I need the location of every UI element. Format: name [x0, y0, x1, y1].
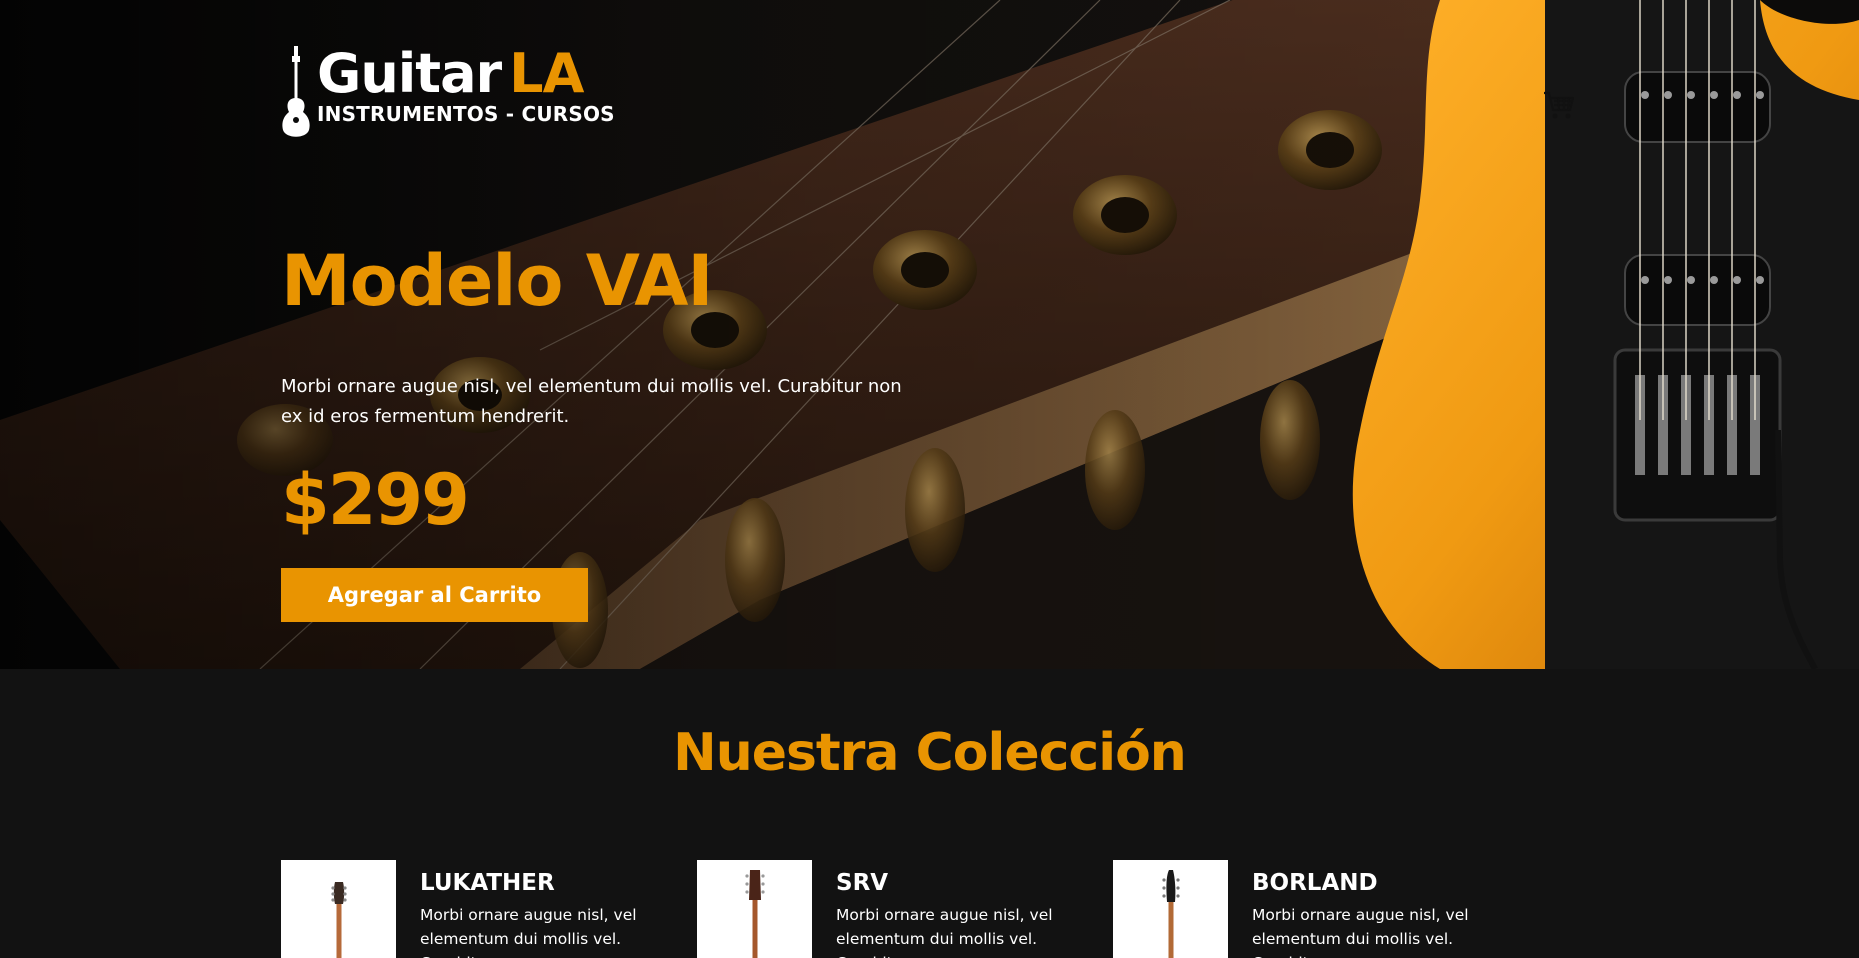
- hero-price: $299: [281, 459, 470, 541]
- product-image[interactable]: [281, 860, 396, 958]
- product-grid: LUKATHER Morbi ornare augue nisl, vel el…: [281, 860, 1581, 958]
- product-name: BORLAND: [1252, 870, 1378, 896]
- product-name: SRV: [836, 870, 889, 896]
- logo-accent-text: LA: [509, 42, 584, 105]
- collection-title: Nuestra Colección: [673, 723, 1187, 783]
- guitar-neck-icon: [330, 882, 347, 958]
- product-description: Morbi ornare augue nisl, vel elementum d…: [1252, 906, 1469, 958]
- add-to-cart-button[interactable]: Agregar al Carrito: [281, 568, 588, 622]
- product-description: Morbi ornare augue nisl, vel elementum d…: [836, 906, 1053, 958]
- hero-section: Guitar LA INSTRUMENTOS - CURSOS Modelo VA…: [0, 0, 1859, 669]
- site-header: Guitar LA INSTRUMENTOS - CURSOS: [281, 46, 615, 140]
- cart-icon[interactable]: [1542, 88, 1576, 122]
- hero-description: Morbi ornare augue nisl, vel elementum d…: [281, 376, 902, 427]
- product-name: LUKATHER: [420, 870, 555, 896]
- hero-title: Modelo VAI: [281, 240, 713, 322]
- product-card: LUKATHER Morbi ornare augue nisl, vel el…: [281, 860, 680, 958]
- logo-primary-text: Guitar: [317, 42, 502, 105]
- product-card: BORLAND Morbi ornare augue nisl, vel ele…: [1113, 860, 1512, 958]
- product-image[interactable]: [697, 860, 812, 958]
- guitar-neck-icon: [1161, 870, 1180, 958]
- guitar-logo-icon: [282, 46, 310, 137]
- product-image[interactable]: [1113, 860, 1228, 958]
- logo[interactable]: Guitar LA INSTRUMENTOS - CURSOS: [317, 42, 615, 127]
- logo-tagline: INSTRUMENTOS - CURSOS: [317, 102, 615, 126]
- product-card: SRV Morbi ornare augue nisl, vel element…: [697, 860, 1096, 958]
- product-description: Morbi ornare augue nisl, vel elementum d…: [420, 906, 637, 958]
- guitar-neck-icon: [744, 870, 765, 958]
- hero-background-image: [0, 0, 1859, 669]
